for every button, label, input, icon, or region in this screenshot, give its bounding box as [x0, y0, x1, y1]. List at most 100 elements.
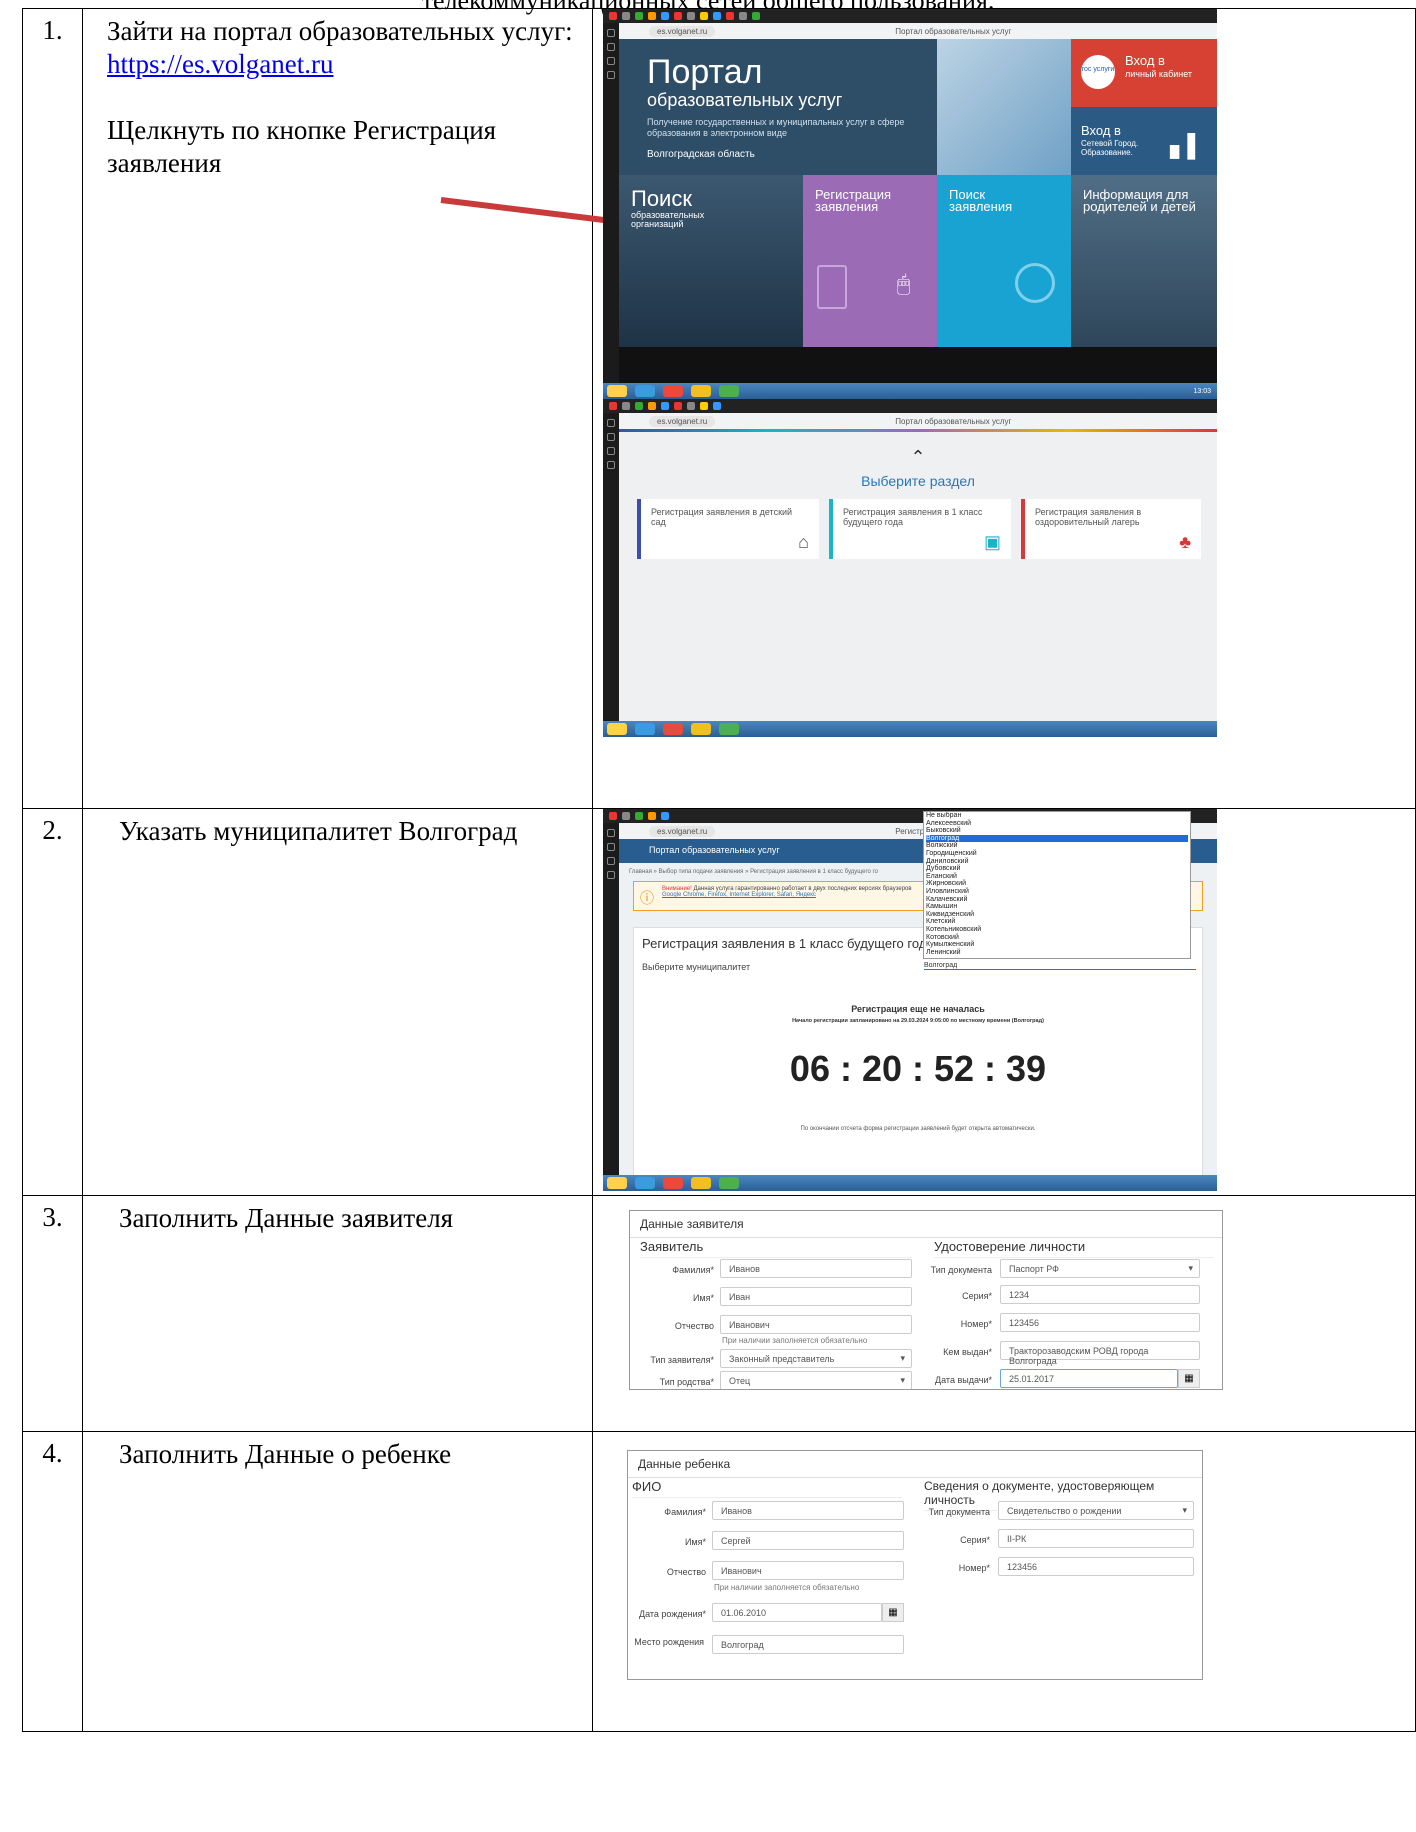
blackboard-icon: ▣: [983, 532, 1001, 552]
address-bar[interactable]: es.volganet.ru Портал образовательных усл…: [619, 413, 1217, 429]
url-pill[interactable]: es.volganet.ru: [649, 825, 716, 837]
breadcrumb[interactable]: Главная » Выбор типа подачи заявления » …: [629, 869, 878, 875]
tab-title: Портал образовательных услуг: [895, 416, 1012, 426]
region-label: Волгоградская область: [647, 149, 755, 160]
dropdown-option[interactable]: Иловлинский: [926, 888, 1188, 896]
netcity-login-tile[interactable]: Вход в Сетевой Город. Образование. ▖▌: [1071, 107, 1217, 175]
portal-hero: Портал образовательных услуг Получение г…: [647, 53, 937, 160]
dropdown-option[interactable]: Киквидзенский: [926, 911, 1188, 919]
number-field[interactable]: 123456: [1000, 1313, 1200, 1332]
dropdown-option[interactable]: Быковский: [926, 827, 1188, 835]
magnifier-icon: [1015, 263, 1055, 303]
tile-register-application[interactable]: Регистрация заявления 🖱: [803, 175, 937, 347]
child-form: Данные ребенка ФИО Сведения о документе,…: [627, 1450, 1203, 1680]
dropdown-option[interactable]: Алексеевский: [926, 820, 1188, 828]
last-name-field[interactable]: Иванов: [720, 1259, 912, 1278]
relation-select[interactable]: Отец: [720, 1371, 912, 1389]
instruction-text: Заполнить Данные заявителя: [82, 1195, 593, 1432]
countdown-timer: 06 : 20 : 52 : 39: [789, 1048, 1047, 1089]
child-doc-type-select[interactable]: Свидетельство о рождении: [998, 1501, 1194, 1520]
left-dock: [603, 23, 619, 383]
child-patronymic-field[interactable]: Иванович: [712, 1561, 904, 1580]
registration-page: Портал образовательных услуг Главная » В…: [619, 811, 1217, 1177]
dropdown-option[interactable]: Котовский: [926, 934, 1188, 942]
field-label: Номер*: [960, 1319, 992, 1329]
tile-search-org[interactable]: Поиск образовательных организаций: [619, 175, 803, 347]
issue-date-field[interactable]: 25.01.2017: [1000, 1369, 1178, 1388]
dropdown-option[interactable]: Котельниковский: [926, 926, 1188, 934]
dropdown-option[interactable]: Дубовский: [926, 865, 1188, 873]
dropdown-option[interactable]: Калачевский: [926, 896, 1188, 904]
child-series-field[interactable]: II-РК: [998, 1529, 1194, 1548]
field-label: Тип документа: [928, 1507, 990, 1517]
child-number-field[interactable]: 123456: [998, 1557, 1194, 1576]
field-label: Отчество: [666, 1567, 706, 1577]
birth-place-field[interactable]: Волгоград: [712, 1635, 904, 1654]
field-label: Тип документа: [930, 1265, 992, 1275]
card-camp[interactable]: Регистрация заявления в оздоровительный …: [1021, 499, 1201, 559]
instruction-table: 1. Зайти на портал образовательных услуг…: [22, 8, 1416, 1732]
browser-links[interactable]: Google Chrome, Firefox, Internet Explore…: [662, 892, 816, 898]
row-number: 1.: [22, 8, 83, 809]
gosuslugi-logo-icon: гос услуги: [1081, 55, 1115, 89]
gosuslugi-login-tile[interactable]: гос услуги Вход в личный кабинет: [1071, 39, 1217, 107]
dropdown-option[interactable]: Волжский: [926, 842, 1188, 850]
portal-link[interactable]: https://es.volganet.ru: [107, 49, 333, 79]
section-applicant: Заявитель: [640, 1239, 912, 1258]
child-last-name-field[interactable]: Иванов: [712, 1501, 904, 1520]
chevron-up-icon[interactable]: ⌃: [619, 447, 1217, 468]
patronymic-hint: При наличии заполняется обязательно: [714, 1583, 860, 1592]
doc-type-select[interactable]: Паспорт РФ: [1000, 1259, 1200, 1278]
address-bar[interactable]: es.volganet.ru Портал образовательных усл…: [619, 23, 1217, 39]
netcity-login-title: Вход в: [1081, 123, 1121, 138]
not-started: Регистрация еще не началась: [851, 1004, 985, 1014]
applicant-type-select[interactable]: Законный представитель: [720, 1349, 912, 1368]
card-first-grade[interactable]: Регистрация заявления в 1 класс будущего…: [829, 499, 1011, 559]
child-first-name-field[interactable]: Сергей: [712, 1531, 904, 1550]
dropdown-option[interactable]: Не выбран: [926, 812, 1188, 820]
dropdown-option[interactable]: Ленинский: [926, 949, 1188, 957]
form-title: Данные заявителя: [630, 1211, 1222, 1238]
tree-icon: ♣: [1179, 532, 1191, 552]
tile-info-parents[interactable]: Информация для родителей и детей: [1071, 175, 1217, 347]
birth-date-field[interactable]: 01.06.2010: [712, 1603, 882, 1622]
browser-tabs: [603, 399, 1217, 413]
dropdown-option[interactable]: Городищенский: [926, 850, 1188, 858]
field-label: Фамилия*: [672, 1265, 714, 1275]
municipality-select[interactable]: Волгоград: [924, 962, 1196, 970]
dropdown-option[interactable]: Камышин: [926, 903, 1188, 911]
card-kindergarten[interactable]: Регистрация заявления в детский сад ⌂: [637, 499, 819, 559]
field-label: Дата выдачи*: [935, 1375, 992, 1385]
field-label: Имя*: [684, 1537, 706, 1547]
hero-description: Получение государственных и муниципальны…: [647, 117, 905, 138]
field-label: Тип заявителя*: [650, 1355, 714, 1365]
url-pill[interactable]: es.volganet.ru: [649, 25, 716, 37]
row-number: 3.: [22, 1195, 83, 1432]
first-name-field[interactable]: Иван: [720, 1287, 912, 1306]
step-text: Щелкнуть по кнопке Регистрация заявления: [107, 115, 497, 178]
calendar-icon[interactable]: ▦: [1178, 1369, 1200, 1388]
tile-find-application[interactable]: Поиск заявления: [937, 175, 1071, 347]
row-number: 4.: [22, 1431, 83, 1732]
dropdown-option[interactable]: Волгоград: [926, 834, 1188, 843]
dropdown-option[interactable]: Клетский: [926, 918, 1188, 926]
municipality-dropdown[interactable]: Не выбран Алексеевский Быковский Волгоград В…: [923, 811, 1191, 959]
field-label: Кем выдан*: [943, 1347, 992, 1357]
calendar-icon[interactable]: ▦: [882, 1603, 904, 1622]
sections-page: ⌃ Выберите раздел Регистрация заявления …: [619, 429, 1217, 721]
windows-taskbar: 13:03: [603, 383, 1217, 399]
form-title: Данные ребенка: [628, 1451, 1202, 1478]
issued-by-field[interactable]: Тракторозаводским РОВД города Волгограда: [1000, 1341, 1200, 1366]
field-label: Место рождения: [634, 1637, 704, 1647]
dropdown-option[interactable]: Даниловский: [926, 858, 1188, 866]
dropdown-option[interactable]: Жирновский: [926, 880, 1188, 888]
patronymic-field[interactable]: Иванович: [720, 1315, 912, 1334]
series-field[interactable]: 1234: [1000, 1285, 1200, 1304]
section-identity: Удостоверение личности: [934, 1239, 1214, 1258]
registration-panel: Регистрация заявления в 1 класс будущего…: [633, 927, 1203, 1177]
url-pill[interactable]: es.volganet.ru: [649, 415, 716, 427]
screenshot-cell: Данные заявителя Заявитель Удостоверение…: [592, 1195, 1416, 1432]
screenshot-cell: es.volganet.ruРегистрация заявления | По…: [592, 808, 1416, 1196]
applicant-form: Данные заявителя Заявитель Удостоверение…: [629, 1210, 1223, 1390]
dropdown-option[interactable]: Кумылженский: [926, 941, 1188, 949]
